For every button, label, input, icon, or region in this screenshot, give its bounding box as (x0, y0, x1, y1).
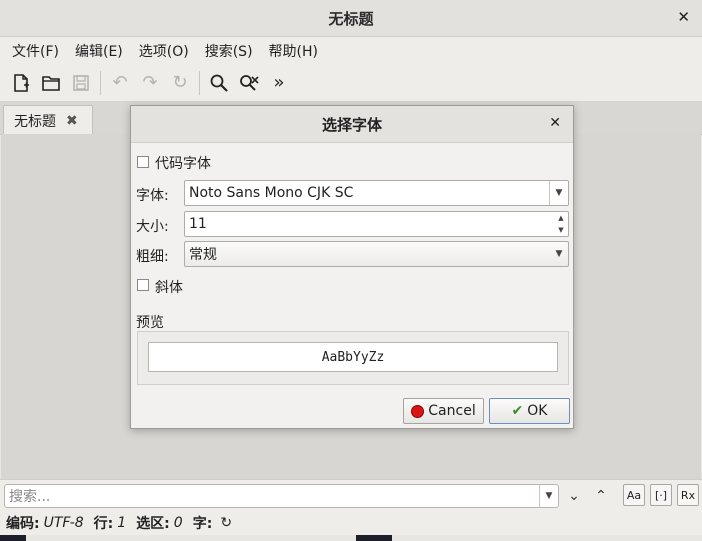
match-case-icon[interactable]: Aa (623, 484, 645, 506)
code-font-checkbox[interactable] (137, 156, 149, 168)
menu-file[interactable]: 文件(F) (4, 41, 67, 61)
selection-value: 0 (173, 515, 183, 531)
find-previous-icon[interactable]: ⌃ (592, 484, 610, 508)
encoding-label: 编码: (6, 516, 40, 532)
italic-label: 斜体 (155, 280, 183, 296)
tab-untitled[interactable]: 无标题 ✖ (3, 105, 93, 135)
new-file-icon[interactable] (6, 68, 36, 98)
menu-edit[interactable]: 编辑(E) (67, 41, 131, 61)
taskbar-strip (0, 535, 702, 541)
spin-down-icon[interactable]: ▼ (554, 224, 568, 236)
whole-word-icon[interactable]: [·] (650, 484, 672, 506)
close-icon[interactable]: ✖ (66, 113, 78, 129)
open-folder-icon[interactable] (36, 68, 66, 98)
spin-up-icon[interactable]: ▲ (554, 212, 568, 224)
size-value: 11 (189, 216, 207, 232)
preview-label: 预览 (136, 315, 164, 331)
selection-label: 选区: (136, 516, 170, 532)
chevron-down-icon[interactable]: ▼ (539, 485, 558, 507)
search-placeholder: 搜索... (9, 489, 51, 505)
more-icon[interactable]: » (264, 68, 294, 98)
font-label: 字体: (136, 188, 169, 204)
weight-value: 常规 (189, 247, 217, 263)
size-label: 大小: (136, 219, 169, 235)
toolbar-separator (199, 70, 200, 95)
chevron-down-icon[interactable]: ▼ (550, 242, 568, 266)
italic-checkbox[interactable] (137, 279, 149, 291)
toolbar-separator (100, 70, 101, 95)
tab-label: 无标题 (14, 113, 56, 130)
regex-icon[interactable]: Rx (677, 484, 699, 506)
redo-icon[interactable]: ↷ (135, 68, 165, 98)
encoding-value: UTF-8 (43, 515, 84, 531)
menu-search[interactable]: 搜索(S) (197, 41, 261, 61)
weight-label: 粗细: (136, 249, 169, 265)
search-input[interactable]: 搜索... ▼ (4, 484, 559, 508)
font-dialog: 选择字体 ✕ 代码字体 字体: Noto Sans Mono CJK SC ▼ … (130, 105, 574, 429)
code-font-label: 代码字体 (155, 156, 211, 172)
font-family-combo[interactable]: Noto Sans Mono CJK SC ▼ (184, 180, 569, 206)
spin-buttons[interactable]: ▲ ▼ (554, 212, 568, 236)
replace-icon[interactable] (234, 68, 264, 98)
weight-combo[interactable]: 常规 ▼ (184, 241, 569, 267)
preview-text: AaBbYyZz (148, 342, 558, 372)
ok-icon: ✔ (511, 403, 524, 419)
search-icon[interactable] (204, 68, 234, 98)
menubar: 文件(F) 编辑(E) 选项(O) 搜索(S) 帮助(H) (0, 37, 702, 64)
status-bar: 编码: UTF-8 行: 1 选区: 0 字: ↻ (0, 511, 702, 535)
menu-help[interactable]: 帮助(H) (261, 41, 326, 61)
dialog-title: 选择字体 (321, 115, 382, 134)
chevron-down-icon[interactable]: ▼ (549, 181, 568, 205)
refresh-icon[interactable]: ↻ (220, 515, 232, 531)
window-title: 无标题 (328, 9, 374, 28)
find-next-icon[interactable]: ⌄ (565, 484, 583, 508)
menu-options[interactable]: 选项(O) (131, 41, 197, 61)
line-value: 1 (117, 515, 127, 531)
toolbar: ↶ ↷ ↻ » (0, 64, 702, 102)
char-label: 字: (192, 516, 213, 532)
search-bar: 搜索... ▼ ⌄ ⌃ Aa [·] Rx (0, 479, 702, 512)
cancel-label: Cancel (428, 403, 476, 419)
line-label: 行: (93, 516, 114, 532)
ok-label: OK (527, 403, 548, 419)
reload-icon[interactable]: ↻ (165, 68, 195, 98)
cancel-icon (411, 404, 425, 418)
font-family-value: Noto Sans Mono CJK SC (189, 185, 354, 201)
close-icon[interactable]: ✕ (677, 8, 690, 26)
save-icon[interactable] (66, 68, 96, 98)
taskbar-segment (26, 535, 356, 541)
close-icon[interactable]: ✕ (549, 115, 561, 131)
cancel-button[interactable]: Cancel (403, 398, 484, 424)
preview-frame: AaBbYyZz (137, 331, 569, 385)
size-spinbox[interactable]: 11 ▲ ▼ (184, 211, 569, 237)
ok-button[interactable]: ✔ OK (489, 398, 570, 424)
dialog-titlebar: 选择字体 ✕ (131, 106, 573, 143)
taskbar-segment (392, 535, 702, 541)
undo-icon[interactable]: ↶ (105, 68, 135, 98)
window-titlebar: 无标题 ✕ (0, 0, 702, 37)
